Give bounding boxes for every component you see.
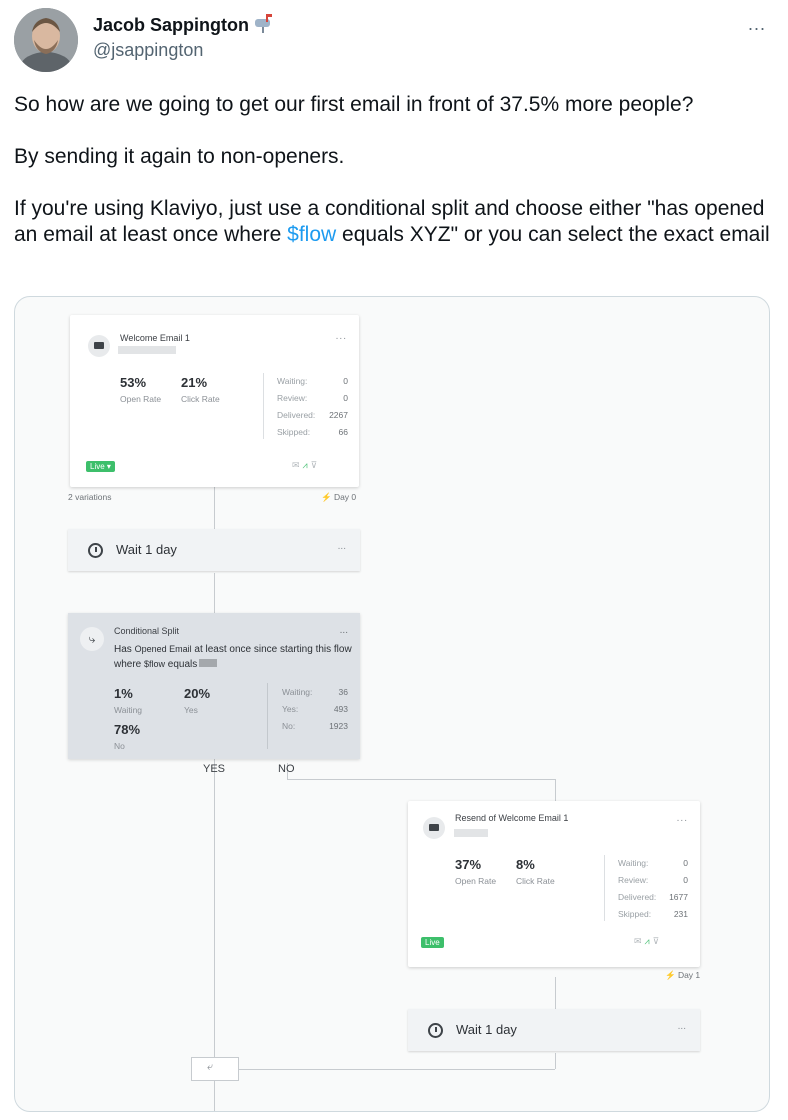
condition-text: equals	[165, 659, 198, 670]
connector	[214, 573, 215, 613]
redacted-value	[199, 659, 218, 667]
stat-value: 1923	[329, 721, 348, 731]
wait-label: Wait 1 day	[456, 1022, 517, 1037]
stat-value: 493	[333, 704, 348, 714]
stat-label: No:	[282, 721, 296, 731]
split-condition: Has Opened Email at least once since sta…	[114, 642, 364, 672]
clock-icon	[428, 1023, 443, 1038]
wait-label: Wait 1 day	[116, 542, 177, 557]
no-label: No	[114, 741, 125, 751]
no-branch-line	[287, 779, 555, 780]
condition-metric: Opened Email	[134, 644, 192, 654]
waiting-pct: 1%	[114, 686, 133, 701]
email-icon	[423, 817, 445, 839]
avatar[interactable]	[14, 8, 78, 72]
tweet-line-3: If you're using Klaviyo, just use a cond…	[14, 196, 774, 248]
tweet-image[interactable]: Welcome Email 1 ... 53% Open Rate 21% Cl…	[14, 296, 770, 1112]
no-branch-label: NO	[278, 763, 295, 775]
stat-value: 231	[673, 909, 688, 919]
more-options-button[interactable]: ...	[748, 14, 766, 35]
yes-pct: 20%	[184, 686, 211, 701]
stat-value: 1677	[669, 892, 688, 902]
open-rate-label: Open Rate	[455, 876, 497, 886]
conditional-split-card[interactable]: ⤷ Conditional Split ... Has Opened Email…	[68, 613, 360, 759]
wait-menu-button[interactable]: ...	[338, 541, 346, 552]
flow-hashtag-link[interactable]: $flow	[287, 223, 336, 246]
stat-label: Skipped:	[277, 427, 311, 437]
divider	[604, 855, 605, 921]
stat-label: Skipped:	[618, 909, 652, 919]
split-menu-button[interactable]: ...	[340, 625, 348, 636]
day-label: ⚡ Day 0	[321, 492, 357, 502]
yes-label: Yes	[184, 705, 198, 715]
merge-node[interactable]: ⤶	[191, 1057, 239, 1081]
wait-step[interactable]: Wait 1 day ...	[68, 529, 360, 571]
stat-value: 0	[683, 875, 688, 885]
tweet-line-2: By sending it again to non-openers.	[14, 145, 345, 168]
wait-menu-button[interactable]: ...	[678, 1021, 686, 1032]
redacted-subject	[118, 346, 176, 354]
status-badge[interactable]: Live ▾	[86, 461, 115, 472]
card-menu-button[interactable]: ...	[336, 331, 347, 342]
card-action-icons[interactable]: ✉⩘⊽	[292, 460, 320, 471]
split-icon: ⤷	[80, 627, 104, 651]
stat-value: 66	[338, 427, 348, 437]
stat-value: 36	[338, 687, 348, 697]
stat-value: 0	[343, 393, 348, 403]
open-rate-value: 37%	[455, 857, 482, 872]
variations-label: 2 variations	[68, 492, 112, 502]
divider	[267, 683, 268, 749]
email-card-resend[interactable]: Resend of Welcome Email 1 ... 37% Open R…	[408, 801, 700, 967]
connector	[214, 487, 215, 529]
stat-label: Review:	[618, 875, 649, 885]
condition-text: Has	[114, 644, 135, 655]
open-rate-value: 53%	[120, 375, 147, 390]
split-title: Conditional Split	[114, 626, 180, 636]
email-icon	[88, 335, 110, 357]
stat-label: Review:	[277, 393, 308, 403]
open-rate-label: Open Rate	[120, 394, 162, 404]
click-rate-value: 8%	[516, 857, 535, 872]
email-title: Resend of Welcome Email 1	[455, 813, 569, 823]
card-menu-button[interactable]: ...	[677, 813, 688, 824]
email-card-welcome[interactable]: Welcome Email 1 ... 53% Open Rate 21% Cl…	[70, 315, 359, 487]
stat-value: 2267	[329, 410, 348, 420]
stat-label: Delivered:	[618, 892, 657, 902]
stat-value: 0	[683, 858, 688, 868]
yes-branch-label: YES	[203, 763, 226, 775]
redacted-subject	[454, 829, 488, 837]
condition-flow: $flow	[144, 659, 166, 669]
flow-canvas: Welcome Email 1 ... 53% Open Rate 21% Cl…	[15, 297, 769, 1111]
stat-label: Delivered:	[277, 410, 316, 420]
tweet-line-3-end: equals XYZ" or you can select the exact …	[336, 223, 770, 246]
status-badge[interactable]: Live	[421, 937, 444, 948]
click-rate-label: Click Rate	[181, 394, 220, 404]
click-rate-value: 21%	[181, 375, 208, 390]
author-name[interactable]: Jacob Sappington	[93, 13, 275, 38]
connector	[555, 1053, 556, 1069]
author-handle[interactable]: @jsappington	[93, 40, 203, 61]
email-title: Welcome Email 1	[120, 333, 190, 343]
no-branch-line	[555, 779, 556, 801]
tweet-text: So how are we going to get our first ema…	[14, 92, 774, 248]
mailbox-icon	[253, 13, 275, 38]
no-pct: 78%	[114, 722, 141, 737]
tweet-line-1: So how are we going to get our first ema…	[14, 93, 694, 116]
merge-icon: ⤶	[207, 1061, 214, 1073]
stat-label: Waiting:	[277, 376, 308, 386]
card-action-icons[interactable]: ✉⩘⊽	[634, 936, 662, 947]
connector	[555, 977, 556, 1009]
merge-line	[237, 1069, 555, 1070]
click-rate-label: Click Rate	[516, 876, 555, 886]
divider	[263, 373, 264, 439]
author-name-text: Jacob Sappington	[93, 15, 250, 35]
stat-label: Yes:	[282, 704, 299, 714]
waiting-label: Waiting	[114, 705, 143, 715]
day-label: ⚡ Day 1	[665, 970, 701, 980]
clock-icon	[88, 543, 103, 558]
stat-label: Waiting:	[618, 858, 649, 868]
stat-label: Waiting:	[282, 687, 313, 697]
stat-value: 0	[343, 376, 348, 386]
wait-step[interactable]: Wait 1 day ...	[408, 1009, 700, 1051]
